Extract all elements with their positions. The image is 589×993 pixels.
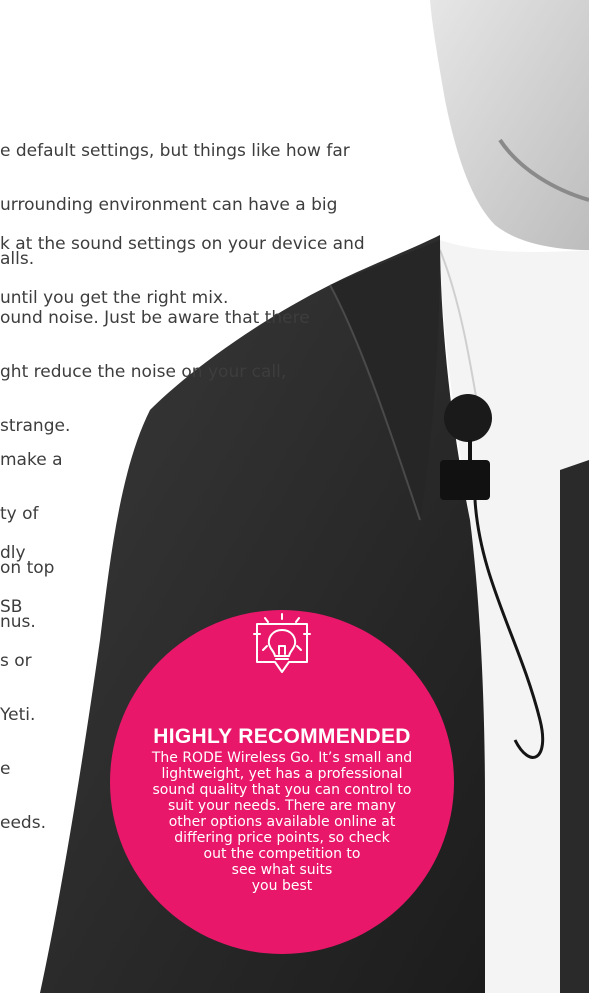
paragraph-5: dly SB s or Yeti. e eeds. [0,543,46,833]
callout-title: HIGHLY RECOMMENDED [153,725,411,748]
recommendation-callout: HIGHLY RECOMMENDED The RODE Wireless Go.… [110,610,454,954]
lightbulb-icon [251,610,313,692]
callout-body: The RODE Wireless Go. It’s small and lig… [151,750,413,894]
